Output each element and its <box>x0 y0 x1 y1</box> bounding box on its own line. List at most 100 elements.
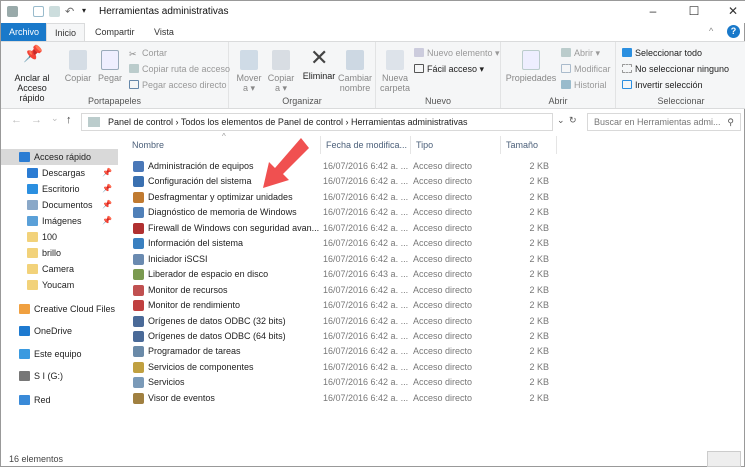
close-button[interactable]: ✕ <box>723 4 743 18</box>
sidebar-item[interactable]: S I (G:) <box>1 368 118 384</box>
tab-inicio[interactable]: Inicio <box>46 23 86 41</box>
file-row[interactable]: Desfragmentar y optimizar unidades 16/07/… <box>129 190 559 205</box>
file-name: Liberador de espacio en disco <box>148 269 269 280</box>
group-label: Portapapeles <box>87 96 142 106</box>
file-row[interactable]: Configuración del sistema 16/07/2016 6:42… <box>129 174 559 189</box>
sidebar-item[interactable]: Documentos 📌 <box>1 197 118 213</box>
cut-button[interactable]: ✂ Cortar <box>129 48 167 59</box>
tab-vista[interactable]: Vista <box>146 23 182 41</box>
file-name: Información del sistema <box>148 238 244 249</box>
collapse-ribbon-icon[interactable]: ^ <box>709 26 713 36</box>
file-row[interactable]: Información del sistema 16/07/2016 6:42 a… <box>129 236 559 251</box>
delete-x-icon: ✕ <box>310 45 329 70</box>
address-bar-row: ← → ⌄ ↑ Panel de control › Todos los ele… <box>1 110 745 134</box>
sidebar-item[interactable]: Creative Cloud Files <box>1 301 118 317</box>
copy-path-button[interactable]: Copiar ruta de acceso <box>129 64 230 75</box>
sidebar-item[interactable]: Descargas 📌 <box>1 165 118 181</box>
file-row[interactable]: Iniciador iSCSI 16/07/2016 6:42 a. ... Acc… <box>129 252 559 267</box>
file-size: 2 KB <box>529 222 549 233</box>
back-button[interactable]: ← <box>11 114 22 126</box>
arrow-shape <box>263 138 309 188</box>
history-icon <box>561 80 571 89</box>
sidebar-item[interactable]: Red <box>1 392 118 408</box>
paste-button[interactable]: Pegar <box>95 50 125 83</box>
shortcut-icon <box>133 161 144 172</box>
search-input[interactable]: Buscar en Herramientas admi... ⚲ <box>587 113 741 131</box>
sidebar-item[interactable]: OneDrive <box>1 323 118 339</box>
column-type[interactable]: Tipo <box>411 136 501 154</box>
open-button[interactable]: Abrir ▾ <box>561 48 600 59</box>
file-type: Acceso directo <box>413 330 473 341</box>
sidebar-item[interactable]: Este equipo <box>1 346 118 362</box>
sidebar-item[interactable]: Camera <box>1 261 118 277</box>
file-date: 16/07/2016 6:42 a. ... <box>323 315 409 326</box>
column-date[interactable]: Fecha de modifica... <box>321 136 411 154</box>
file-row[interactable]: Administración de equipos 16/07/2016 6:42… <box>129 159 559 174</box>
file-row[interactable]: Firewall de Windows con seguridad avan..… <box>129 221 559 236</box>
move-to-button[interactable]: Mover a ▾ <box>233 50 265 93</box>
rename-button[interactable]: Cambiar nombre <box>335 50 375 93</box>
column-size[interactable]: Tamaño <box>501 136 557 154</box>
shortcut-icon <box>133 176 144 188</box>
forward-button[interactable]: → <box>31 114 42 126</box>
new-item-button[interactable]: Nuevo elemento ▾ <box>414 48 500 59</box>
properties-icon[interactable] <box>7 6 18 17</box>
select-all-button[interactable]: Seleccionar todo <box>622 48 702 59</box>
file-row[interactable]: Servicios de componentes 16/07/2016 6:42 … <box>129 360 559 375</box>
file-row[interactable]: Orígenes de datos ODBC (32 bits) 16/07/20… <box>129 314 559 329</box>
save-icon[interactable] <box>33 6 44 17</box>
undo-icon[interactable]: ↶ <box>65 5 74 18</box>
customize-toolbar-icon[interactable]: ▾ <box>82 6 86 15</box>
sidebar-item[interactable]: Acceso rápido <box>1 149 118 165</box>
file-type: Acceso directo <box>413 253 473 264</box>
file-size: 2 KB <box>529 191 549 202</box>
address-path[interactable]: Panel de control › Todos los elementos d… <box>81 113 553 131</box>
file-row[interactable]: Diagnóstico de memoria de Windows 16/07/2… <box>129 205 559 220</box>
maximize-button[interactable]: ☐ <box>684 4 704 18</box>
edit-button[interactable]: Modificar <box>561 64 611 75</box>
delete-button[interactable]: ✕ Eliminar <box>301 45 337 82</box>
file-row[interactable]: Visor de eventos 16/07/2016 6:42 a. ... Ac… <box>129 391 559 406</box>
navigation-pane: Acceso rápido Descargas 📌 Escritorio 📌 Docume… <box>1 141 118 451</box>
title-bar: ↶ ▾ Herramientas administrativas – ☐ ✕ <box>1 1 745 23</box>
file-row[interactable]: Programador de tareas 16/07/2016 6:42 a. … <box>129 344 559 359</box>
new-folder-icon[interactable] <box>49 6 60 17</box>
select-none-button[interactable]: No seleccionar ninguno <box>622 64 729 75</box>
ribbon: 📌 Anclar al Acceso rápido Copiar Pegar ✂ C… <box>1 41 745 109</box>
file-row[interactable]: Monitor de recursos 16/07/2016 6:42 a. ..… <box>129 283 559 298</box>
invert-selection-button[interactable]: Invertir selección <box>622 80 703 91</box>
help-icon[interactable]: ? <box>727 25 740 38</box>
sidebar-item[interactable]: brillo <box>1 245 118 261</box>
file-row[interactable]: Servicios 16/07/2016 6:42 a. ... Acceso di… <box>129 375 559 390</box>
file-date: 16/07/2016 6:42 a. ... <box>323 161 409 171</box>
tab-archivo[interactable]: Archivo <box>1 23 48 41</box>
file-type: Acceso directo <box>413 284 473 295</box>
file-row[interactable]: Orígenes de datos ODBC (64 bits) 16/07/20… <box>129 329 559 344</box>
file-row[interactable]: Liberador de espacio en disco 16/07/2016 … <box>129 267 559 282</box>
history-button[interactable]: Historial <box>561 80 607 91</box>
up-button[interactable]: ↑ <box>66 114 72 126</box>
view-toggle-buttons[interactable] <box>707 451 741 467</box>
file-date: 16/07/2016 6:42 a. ... <box>323 238 409 249</box>
address-dropdown-button[interactable]: ⌄ <box>557 115 565 126</box>
sidebar-item[interactable]: Imágenes 📌 <box>1 213 118 229</box>
recent-locations-button[interactable]: ⌄ <box>51 113 59 124</box>
file-name: Monitor de rendimiento <box>148 300 241 311</box>
paste-shortcut-button[interactable]: Pegar acceso directo <box>129 80 227 91</box>
minimize-button[interactable]: – <box>643 4 663 18</box>
sidebar-item[interactable]: Youcam <box>1 277 118 293</box>
easy-access-button[interactable]: Fácil acceso ▾ <box>414 64 484 75</box>
copy-to-button[interactable]: Copiar a ▾ <box>265 50 297 93</box>
copy-button[interactable]: Copiar <box>63 50 93 83</box>
new-folder-button[interactable]: Nueva carpeta <box>378 50 412 93</box>
copy-icon <box>69 50 87 70</box>
sidebar-item[interactable]: Escritorio 📌 <box>1 181 118 197</box>
folder-icon <box>27 200 38 210</box>
tab-compartir[interactable]: Compartir <box>87 23 143 41</box>
sidebar-item[interactable]: 100 <box>1 229 118 245</box>
properties-button[interactable]: Propiedades <box>505 50 557 83</box>
file-row[interactable]: Monitor de rendimiento 16/07/2016 6:42 a.… <box>129 298 559 313</box>
refresh-button[interactable]: ↻ <box>569 115 577 126</box>
pin-icon: 📌 <box>102 216 112 225</box>
red-arrow-annotation <box>263 138 309 188</box>
